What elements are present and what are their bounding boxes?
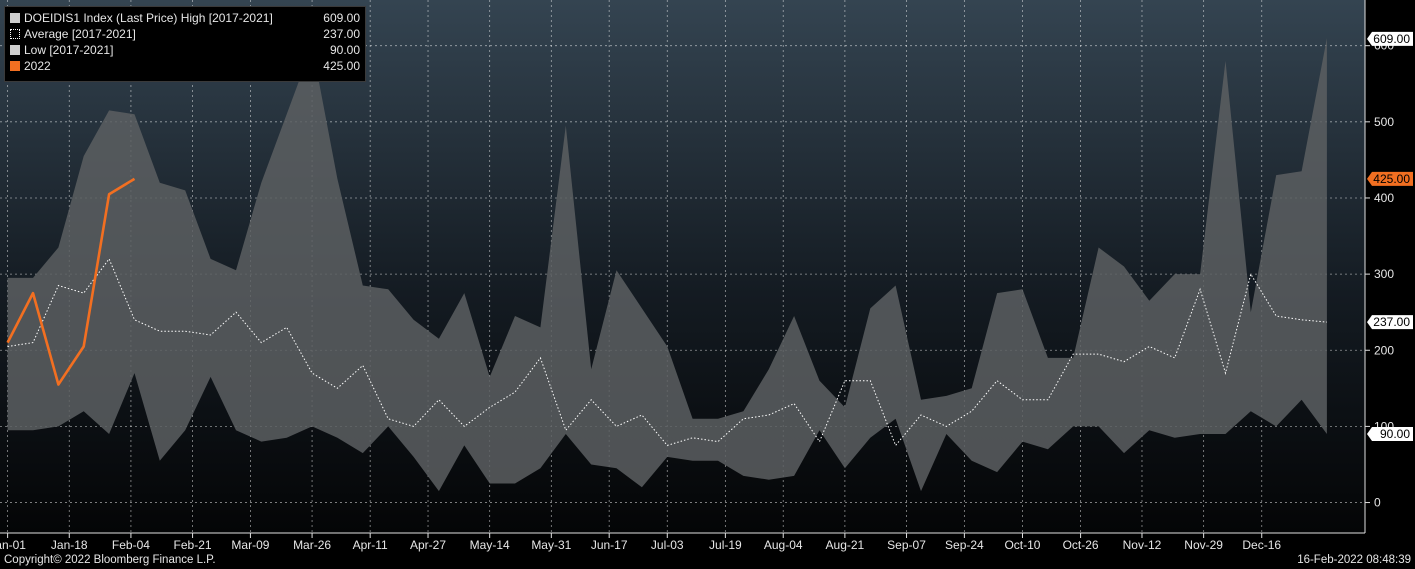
x-tick-label-6: Apr-11 — [353, 538, 388, 552]
end-label-1: 425.00 — [1367, 171, 1413, 186]
x-tick-label-4: Mar-09 — [231, 538, 269, 552]
y-tick-label-200: 200 — [1374, 343, 1394, 357]
legend-label-high: DOEIDIS1 Index (Last Price) High [2017-2… — [24, 11, 273, 25]
x-tick-label-11: Jul-03 — [651, 538, 684, 552]
x-tick-label-2: Feb-04 — [112, 538, 150, 552]
x-tick-label-17: Oct-10 — [1004, 538, 1040, 552]
y-tick-label-500: 500 — [1374, 115, 1394, 129]
x-tick-label-8: May-14 — [470, 538, 510, 552]
legend-value-low: 90.00 — [329, 43, 360, 57]
legend: DOEIDIS1 Index (Last Price) High [2017-2… — [4, 6, 366, 82]
x-tick-label-21: Dec-16 — [1242, 538, 1281, 552]
x-tick-label-5: Mar-26 — [293, 538, 331, 552]
copyright-text: Copyright© 2022 Bloomberg Finance L.P. — [4, 554, 216, 566]
x-tick-label-1: Jan-18 — [51, 538, 88, 552]
x-tick-label-3: Feb-21 — [174, 538, 212, 552]
legend-label-average: Average [2017-2021] — [24, 27, 136, 41]
y-tick-label-300: 300 — [1374, 267, 1394, 281]
legend-label-low: Low [2017-2021] — [24, 43, 114, 57]
legend-entry-low: Low [2017-2021] 90.00 — [10, 42, 360, 58]
legend-swatch-high — [10, 13, 20, 23]
x-tick-label-20: Nov-29 — [1184, 538, 1223, 552]
y-tick-label-400: 400 — [1374, 191, 1394, 205]
x-tick-label-0: Jan-01 — [0, 538, 26, 552]
x-tick-label-14: Aug-21 — [826, 538, 865, 552]
x-tick-label-13: Aug-04 — [764, 538, 803, 552]
x-tick-label-15: Sep-07 — [887, 538, 926, 552]
end-label-2: 237.00 — [1367, 315, 1413, 330]
end-label-text-0: 609.00 — [1373, 32, 1410, 46]
legend-value-average: 237.00 — [323, 27, 360, 41]
legend-value-2022: 425.00 — [323, 59, 360, 73]
end-label-text-1: 425.00 — [1373, 172, 1410, 186]
legend-swatch-low — [10, 45, 20, 55]
legend-swatch-average — [10, 29, 20, 39]
x-tick-label-18: Oct-26 — [1063, 538, 1099, 552]
x-tick-label-16: Sep-24 — [945, 538, 984, 552]
legend-entry-2022: 2022 425.00 — [10, 58, 360, 74]
x-tick-label-7: Apr-27 — [410, 538, 446, 552]
end-label-0: 609.00 — [1367, 32, 1413, 46]
legend-swatch-2022 — [10, 61, 20, 71]
legend-entry-high: DOEIDIS1 Index (Last Price) High [2017-2… — [10, 10, 360, 26]
x-tick-label-19: Nov-12 — [1123, 538, 1162, 552]
x-tick-label-10: Jun-17 — [591, 538, 628, 552]
end-label-3: 90.00 — [1367, 427, 1413, 442]
y-tick-label-0: 0 — [1374, 496, 1381, 510]
end-label-text-2: 237.00 — [1373, 315, 1410, 329]
x-tick-label-12: Jul-19 — [709, 538, 742, 552]
chart-svg: Jan-01 Jan-18 Feb-04 Feb-21 Mar-09 Mar-26 Apr-… — [0, 0, 1415, 569]
timestamp-text: 16-Feb-2022 08:48:39 — [1297, 554, 1411, 566]
end-label-text-3: 90.00 — [1380, 427, 1410, 441]
legend-label-2022: 2022 — [24, 59, 51, 73]
footer: Copyright© 2022 Bloomberg Finance L.P. 1… — [0, 551, 1415, 569]
x-tick-label-9: May-31 — [531, 538, 571, 552]
legend-entry-average: Average [2017-2021] 237.00 — [10, 26, 360, 42]
legend-value-high: 609.00 — [323, 11, 360, 25]
